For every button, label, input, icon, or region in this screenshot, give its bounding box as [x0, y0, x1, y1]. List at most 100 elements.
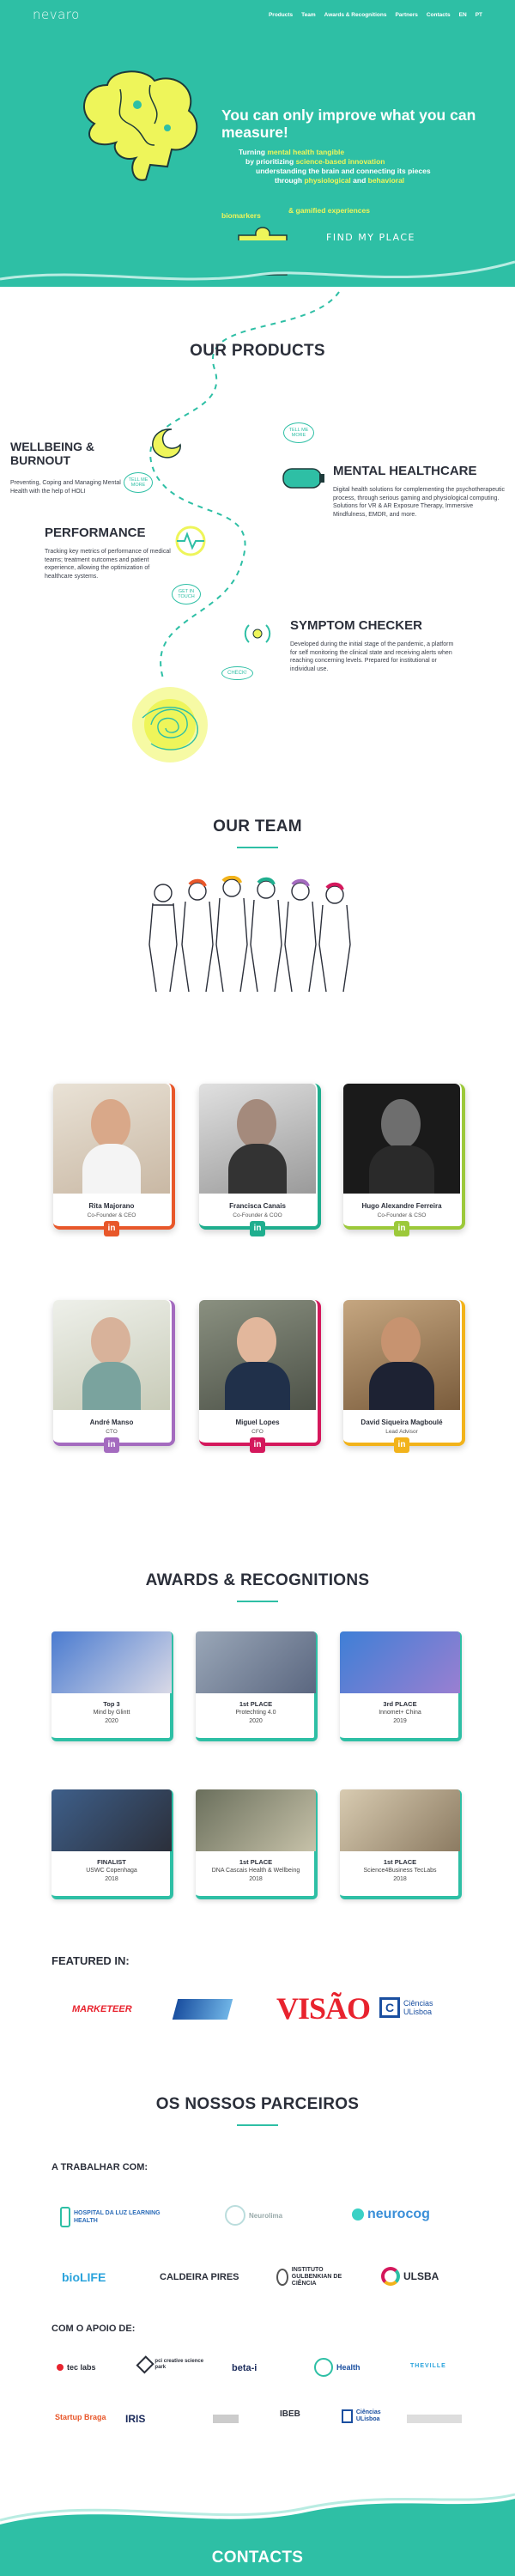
award-year: 2018 [393, 1876, 407, 1882]
member-photo [53, 1084, 170, 1194]
support-logo[interactable]: Health [314, 2358, 360, 2377]
partner-logo[interactable]: neurocog [352, 2207, 430, 2222]
product-title-wellbeing: WELLBEING & BURNOUT [10, 440, 94, 467]
partner-name: Neurolima [249, 2211, 283, 2220]
featured-badge-logo[interactable] [172, 1999, 233, 2020]
member-photo [53, 1300, 170, 1410]
award-place: 1st PLACE [239, 1858, 273, 1866]
top-navbar: nevaro Products Team Awards & Recognitio… [0, 0, 515, 29]
get-in-touch-bubble[interactable]: GET IN TOUCH [172, 584, 201, 605]
nav-links: Products Team Awards & Recognitions Part… [269, 12, 482, 18]
linkedin-icon[interactable]: in [104, 1437, 119, 1453]
award-event: Mind by Glintt [93, 1710, 130, 1716]
partner-mark [60, 2207, 70, 2227]
linkedin-icon[interactable]: in [250, 1221, 265, 1236]
award-year: 2020 [249, 1718, 263, 1724]
partner-logo[interactable]: ULSBA [381, 2267, 439, 2286]
partner-logo[interactable]: Neurolima [225, 2205, 282, 2226]
member-role: Co-Founder & CEO [87, 1212, 136, 1218]
linkedin-icon[interactable]: in [394, 1437, 409, 1453]
partner-logo[interactable]: HOSPITAL DA LUZ LEARNING HEALTH [60, 2207, 163, 2227]
award-photo [196, 1631, 316, 1693]
partner-mark [57, 2364, 64, 2371]
hero-highlight: mental health tangible [267, 148, 345, 156]
ciencias-ulisboa-logo[interactable]: C Ciências ULisboa [379, 1997, 450, 2018]
support-logo[interactable]: beta-i [232, 2363, 257, 2373]
linkedin-icon[interactable]: in [104, 1221, 119, 1236]
award-place: Top 3 [103, 1700, 120, 1708]
nav-contacts[interactable]: Contacts [427, 12, 451, 18]
linkedin-icon[interactable]: in [394, 1221, 409, 1236]
product-title-mental: MENTAL HEALTHCARE [333, 464, 477, 478]
product-desc-mental: Digital health solutions for complementi… [333, 487, 506, 518]
partner-name: beta-i [232, 2363, 258, 2373]
support-logo[interactable] [213, 2415, 239, 2423]
partner-name: Ciências ULisboa [355, 2409, 381, 2422]
member-name: André Manso [89, 1419, 134, 1426]
award-place: 1st PLACE [383, 1858, 417, 1866]
support-logo[interactable]: THEVILLE [410, 2363, 446, 2369]
support-logo[interactable]: tec labs [57, 2363, 96, 2372]
partners-heading: OS NOSSOS PARCEIROS [155, 2095, 360, 2113]
nav-awards[interactable]: Awards & Recognitions [324, 12, 387, 18]
partner-mark [136, 2355, 154, 2374]
partner-mark [225, 2205, 245, 2226]
partner-logo[interactable]: INSTITUTO GULBENKIAN DE CIÊNCIA [276, 2267, 359, 2287]
nav-partners[interactable]: Partners [395, 12, 417, 18]
hero-gamified: & gamified experiences [288, 206, 370, 215]
marketeer-logo[interactable]: MARKETEER [72, 2004, 132, 2014]
check-bubble[interactable]: CHECK! [221, 666, 253, 680]
support-logo[interactable] [407, 2415, 462, 2423]
tell-me-more-bubble[interactable]: TELL ME MORE [283, 422, 314, 443]
team-card: Francisca Canais Co-Founder & COO in [199, 1084, 321, 1236]
member-role: Lead Advisor [385, 1429, 418, 1435]
award-event: Science4Business TecLabs [363, 1868, 437, 1874]
award-year: 2018 [105, 1876, 118, 1882]
member-name: Hugo Alexandre Ferreira [361, 1202, 442, 1210]
team-card: Hugo Alexandre Ferreira Co-Founder & CSO… [343, 1084, 465, 1236]
member-name: Miguel Lopes [235, 1419, 280, 1426]
heartbeat-icon [175, 526, 206, 556]
partner-name: IBEB [280, 2409, 300, 2419]
support-logo[interactable]: Ciências ULisboa [342, 2409, 393, 2423]
support-logo[interactable]: Startup Braga [55, 2413, 106, 2421]
award-card: Top 3 Mind by Glintt 2020 [52, 1631, 173, 1741]
hero-highlight: behavioral [367, 176, 405, 185]
visao-logo[interactable]: VISÃO [276, 1990, 371, 2026]
logo-text: nevaro [33, 7, 80, 22]
nav-team[interactable]: Team [301, 12, 316, 18]
partner-logo[interactable]: bioLIFE [62, 2270, 106, 2284]
tell-me-more-bubble[interactable]: TELL ME MORE [124, 472, 153, 493]
partner-logo[interactable]: CALDEIRA PIRES [160, 2272, 239, 2282]
partner-name: THEVILLE [410, 2363, 446, 2369]
member-name: Rita Majorano [88, 1202, 135, 1210]
award-place: 3rd PLACE [383, 1700, 417, 1708]
member-name: David Siqueira Magboulé [360, 1419, 443, 1426]
nav-products[interactable]: Products [269, 12, 293, 18]
support-logo[interactable]: pci creative science park [136, 2355, 208, 2374]
lang-en[interactable]: EN [459, 12, 467, 18]
partner-name: Health [336, 2363, 360, 2372]
linkedin-icon[interactable]: in [250, 1437, 265, 1453]
member-role: CFO [251, 1429, 264, 1435]
award-photo [340, 1789, 460, 1851]
award-card: 1st PLACE DNA Cascais Health & Wellbeing… [196, 1789, 318, 1899]
member-name: Francisca Canais [229, 1202, 286, 1210]
lang-pt[interactable]: PT [476, 12, 482, 18]
team-card: Rita Majorano Co-Founder & CEO in [53, 1084, 175, 1236]
member-photo [199, 1084, 316, 1194]
partner-name: HOSPITAL DA LUZ LEARNING HEALTH [73, 2210, 161, 2224]
nevaro-logo[interactable]: nevaro [33, 7, 80, 22]
product-desc-performance: Tracking key metrics of performance of m… [45, 549, 171, 580]
brain-puzzle-illustration [83, 70, 198, 181]
partner-name: pci creative science park [154, 2359, 204, 2370]
product-desc-symptom: Developed during the initial stage of th… [290, 641, 454, 672]
contacts-heading: CONTACTS [211, 2549, 304, 2567]
partner-mark [352, 2208, 364, 2221]
award-place: FINALIST [97, 1858, 126, 1866]
hero-text: and [350, 176, 368, 185]
support-logo[interactable]: IRIS [125, 2413, 145, 2425]
support-logo[interactable]: IBEB [280, 2409, 300, 2419]
award-card: FINALIST USWC Copenhaga 2018 [52, 1789, 173, 1899]
partner-name: bioLIFE [62, 2270, 106, 2284]
